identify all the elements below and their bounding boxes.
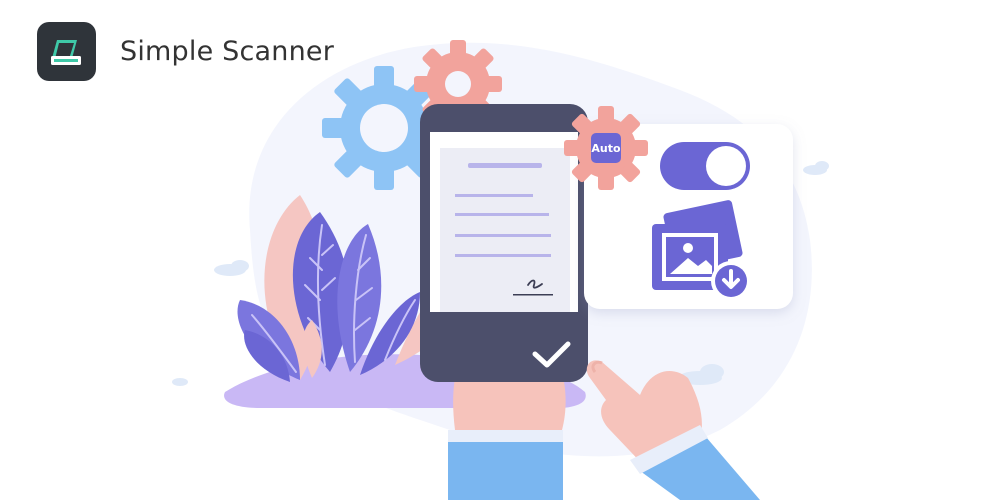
phone-device [420, 104, 588, 382]
document-page [440, 148, 570, 312]
toggle-icon[interactable] [660, 142, 750, 190]
pointing-hand-illustration [586, 360, 760, 500]
scanner-illustration: Auto [224, 40, 793, 500]
auto-badge-label: Auto [591, 142, 621, 155]
auto-gear-icon: Auto [564, 106, 648, 190]
banner: Simple Scanner Auto [0, 0, 1000, 500]
